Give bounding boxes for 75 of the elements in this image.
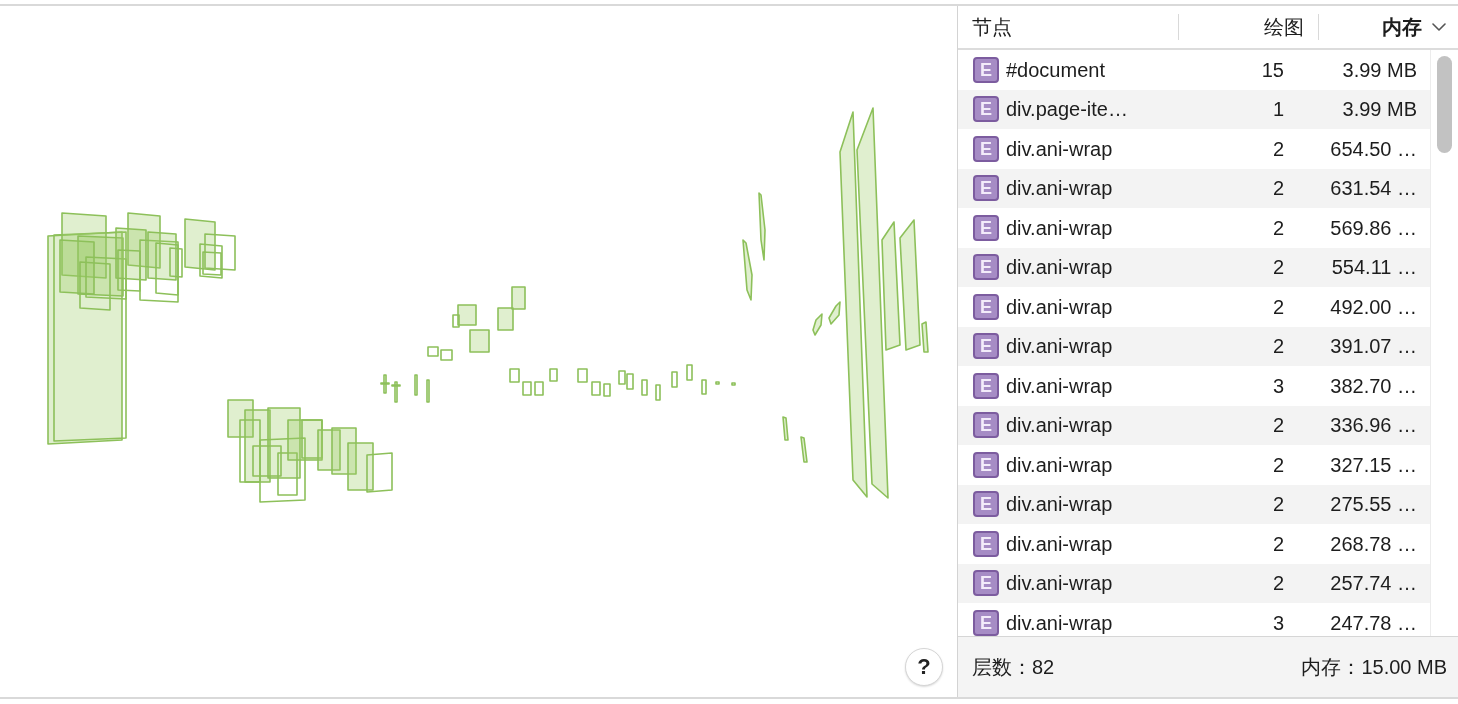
memory-size: 3.99 MB [1342, 58, 1417, 81]
memory-size: 247.78 … [1330, 611, 1417, 634]
table-row[interactable]: E div.ani-wrap 2 336.96 … [958, 405, 1430, 445]
paint-count: 3 [1272, 374, 1284, 397]
node-type-badge: E [973, 135, 999, 162]
node-type-badge: E [973, 56, 999, 83]
paint-count: 2 [1272, 295, 1284, 318]
node-type-badge: E [973, 293, 999, 320]
memory-size: 569.86 … [1330, 216, 1417, 239]
node-name: div.ani-wrap [1006, 177, 1113, 200]
table-row[interactable]: E div.ani-wrap 2 391.07 … [958, 326, 1430, 366]
node-name: div.ani-wrap [1006, 572, 1113, 595]
node-type-badge: E [973, 491, 999, 518]
node-type-badge: E [973, 451, 999, 478]
node-name: div.page-ite… [1006, 98, 1128, 121]
paint-count: 2 [1272, 532, 1284, 555]
memory-size: 554.11 … [1331, 256, 1417, 279]
node-name: div.ani-wrap [1006, 295, 1113, 318]
paint-count: 2 [1272, 177, 1284, 200]
memory-size: 654.50 … [1330, 137, 1417, 160]
node-type-badge: E [973, 214, 999, 241]
memory-size: 257.74 … [1330, 572, 1417, 595]
node-name: div.ani-wrap [1006, 532, 1113, 555]
node-name: div.ani-wrap [1006, 374, 1113, 397]
paint-count: 2 [1272, 256, 1284, 279]
table-row[interactable]: E div.ani-wrap 2 631.54 … [958, 168, 1430, 208]
column-header[interactable]: 内存 [1319, 6, 1458, 48]
node-type-badge: E [973, 372, 999, 399]
paint-count: 2 [1272, 335, 1284, 358]
table-row[interactable]: E div.ani-wrap 2 257.74 … [958, 563, 1430, 603]
scrollbar-thumb[interactable] [1437, 56, 1452, 153]
help-button[interactable]: ? [905, 648, 943, 686]
node-type-badge: E [973, 609, 999, 636]
paint-count: 2 [1272, 414, 1284, 437]
node-name: div.ani-wrap [1006, 256, 1113, 279]
node-name: div.ani-wrap [1006, 493, 1113, 516]
paint-count: 15 [1261, 58, 1284, 81]
node-name: #document [1006, 58, 1105, 81]
chevron-down-icon [1432, 23, 1446, 31]
memory-size: 3.99 MB [1342, 98, 1417, 121]
node-type-badge: E [973, 412, 999, 439]
paint-count: 3 [1272, 611, 1284, 634]
node-name: div.ani-wrap [1006, 453, 1113, 476]
column-header[interactable]: 绘图 [1179, 6, 1318, 48]
node-type-badge: E [973, 175, 999, 202]
paint-count: 2 [1272, 137, 1284, 160]
memory-size: 391.07 … [1330, 335, 1417, 358]
node-name: div.ani-wrap [1006, 611, 1113, 634]
memory-size: 492.00 … [1330, 295, 1417, 318]
memory-size: 327.15 … [1330, 453, 1417, 476]
paint-count: 2 [1272, 572, 1284, 595]
memory-size: 631.54 … [1330, 177, 1417, 200]
node-type-badge: E [973, 530, 999, 557]
node-type-badge: E [973, 570, 999, 597]
paint-count: 1 [1272, 98, 1284, 121]
table-row[interactable]: E div.ani-wrap 2 275.55 … [958, 484, 1430, 524]
paint-count: 2 [1272, 493, 1284, 516]
node-type-badge: E [973, 96, 999, 123]
memory-size: 275.55 … [1330, 493, 1417, 516]
memory-size: 268.78 … [1330, 532, 1417, 555]
table-row[interactable]: E div.ani-wrap 2 554.11 … [958, 247, 1430, 287]
total-memory: 内存：15.00 MB [1301, 655, 1447, 680]
node-type-badge: E [973, 333, 999, 360]
table-row[interactable]: E div.page-ite… 1 3.99 MB [958, 89, 1430, 129]
paint-count: 2 [1272, 453, 1284, 476]
node-name: div.ani-wrap [1006, 414, 1113, 437]
node-name: div.ani-wrap [1006, 137, 1113, 160]
node-name: div.ani-wrap [1006, 216, 1113, 239]
layer-count: 层数：82 [972, 655, 1055, 680]
node-name: div.ani-wrap [1006, 335, 1113, 358]
memory-size: 336.96 … [1330, 414, 1417, 437]
node-type-badge: E [973, 254, 999, 281]
paint-count: 2 [1272, 216, 1284, 239]
memory-size: 382.70 … [1330, 374, 1417, 397]
column-header[interactable]: 节点 [958, 6, 1178, 48]
